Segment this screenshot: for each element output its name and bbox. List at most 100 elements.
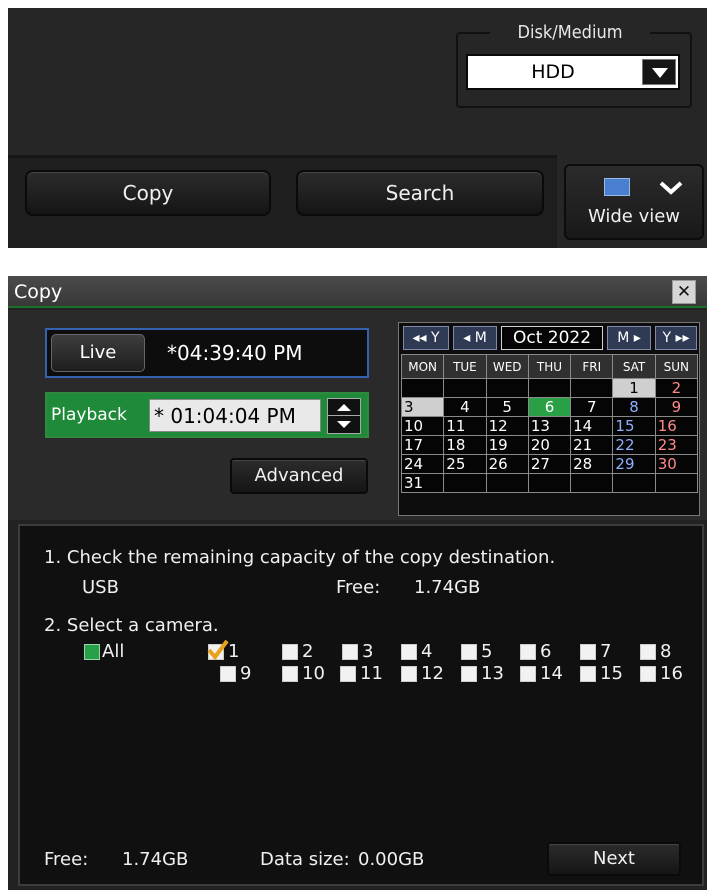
all-label: All bbox=[102, 641, 125, 662]
destination-free-value: 1.74GB bbox=[414, 577, 481, 598]
camera-label: 13 bbox=[481, 663, 504, 684]
weekday-label: MON bbox=[400, 354, 445, 379]
calendar-day[interactable]: 24 bbox=[400, 454, 445, 474]
calendar-day[interactable]: 26 bbox=[485, 454, 529, 474]
weekday-label: SUN bbox=[654, 354, 699, 379]
calendar-day[interactable]: 1 bbox=[612, 378, 656, 398]
next-button[interactable]: Next bbox=[547, 842, 681, 876]
close-icon: ✕ bbox=[676, 282, 692, 302]
calendar-day[interactable]: 23 bbox=[654, 435, 699, 455]
calendar-day[interactable]: 8 bbox=[612, 397, 656, 417]
calendar-day[interactable]: 11 bbox=[443, 416, 487, 436]
calendar-day[interactable]: 15 bbox=[612, 416, 656, 436]
footer-free-label: Free: bbox=[44, 849, 89, 870]
calendar-week-row: 24 25 26 27 28 29 30 bbox=[400, 454, 699, 474]
live-button[interactable]: Live bbox=[51, 334, 145, 372]
calendar-day[interactable]: 10 bbox=[400, 416, 445, 436]
weekday-header-row: MON TUE WED THU FRI SAT SUN bbox=[400, 354, 699, 379]
playback-time-spinner[interactable] bbox=[327, 398, 361, 434]
triangle-down-icon bbox=[652, 68, 668, 78]
calendar-week-row: 3 4 5 6 7 8 9 bbox=[400, 397, 699, 417]
checkbox-box bbox=[640, 666, 656, 682]
checkbox-box bbox=[520, 666, 536, 682]
prev-month-button[interactable]: ◂ M bbox=[453, 326, 497, 350]
checkbox-box bbox=[461, 644, 477, 660]
calendar: ◂◂ Y ◂ M Oct 2022 M ▸ Y ▸▸ MON TUE WED T… bbox=[398, 322, 700, 516]
calendar-day bbox=[612, 473, 656, 493]
calendar-day[interactable]: 31 bbox=[400, 473, 445, 493]
camera-label: 8 bbox=[660, 641, 672, 662]
calendar-day bbox=[400, 378, 445, 398]
calendar-day[interactable]: 21 bbox=[570, 435, 614, 455]
prev-year-button[interactable]: ◂◂ Y bbox=[403, 326, 449, 350]
next-year-button[interactable]: Y ▸▸ bbox=[655, 326, 697, 350]
calendar-day[interactable]: 5 bbox=[485, 397, 529, 417]
calendar-grid: MON TUE WED THU FRI SAT SUN 1 2 3 4 5 6 … bbox=[400, 354, 699, 493]
calendar-day[interactable]: 2 bbox=[654, 378, 699, 398]
checkbox-box bbox=[342, 644, 358, 660]
weekday-label: TUE bbox=[443, 354, 487, 379]
playback-time: * 01:04:04 PM bbox=[154, 404, 296, 428]
calendar-day-selected[interactable]: 3 bbox=[400, 397, 445, 417]
calendar-day[interactable]: 4 bbox=[443, 397, 487, 417]
calendar-day bbox=[527, 378, 572, 398]
calendar-day[interactable]: 18 bbox=[443, 435, 487, 455]
calendar-day[interactable]: 9 bbox=[654, 397, 699, 417]
copy-button[interactable]: Copy bbox=[25, 170, 271, 216]
calendar-day[interactable]: 30 bbox=[654, 454, 699, 474]
calendar-day[interactable]: 12 bbox=[485, 416, 529, 436]
calendar-day bbox=[485, 473, 529, 493]
calendar-day[interactable]: 7 bbox=[570, 397, 614, 417]
wide-view-button[interactable]: Wide view bbox=[564, 164, 704, 240]
calendar-day bbox=[570, 473, 614, 493]
calendar-day[interactable]: 28 bbox=[570, 454, 614, 474]
calendar-day[interactable]: 25 bbox=[443, 454, 487, 474]
checkbox-box bbox=[580, 666, 596, 682]
checkbox-box bbox=[340, 666, 356, 682]
destination-label: USB bbox=[82, 577, 119, 598]
calendar-day[interactable]: 13 bbox=[527, 416, 572, 436]
advanced-button[interactable]: Advanced bbox=[230, 458, 368, 494]
calendar-day bbox=[443, 473, 487, 493]
triangle-down-icon bbox=[337, 421, 351, 428]
calendar-day-today[interactable]: 6 bbox=[527, 397, 572, 417]
camera-label: 14 bbox=[540, 663, 563, 684]
checkbox-box bbox=[84, 644, 100, 660]
checkbox-box bbox=[461, 666, 477, 682]
playback-time-field[interactable]: * 01:04:04 PM bbox=[149, 399, 321, 432]
calendar-day[interactable]: 16 bbox=[654, 416, 699, 436]
checkbox-box bbox=[220, 666, 236, 682]
calendar-day bbox=[443, 378, 487, 398]
wide-view-label: Wide view bbox=[587, 206, 681, 227]
calendar-day[interactable]: 22 bbox=[612, 435, 656, 455]
spinner-up-button[interactable] bbox=[328, 399, 360, 416]
calendar-day[interactable]: 14 bbox=[570, 416, 614, 436]
destination-free-label: Free: bbox=[336, 577, 381, 598]
calendar-day[interactable]: 17 bbox=[400, 435, 445, 455]
next-month-button[interactable]: M ▸ bbox=[607, 326, 651, 350]
calendar-month-label: Oct 2022 bbox=[501, 326, 603, 350]
calendar-day[interactable]: 19 bbox=[485, 435, 529, 455]
checkbox-box bbox=[520, 644, 536, 660]
dropdown-arrow-button[interactable] bbox=[642, 59, 676, 85]
calendar-day[interactable]: 27 bbox=[527, 454, 572, 474]
calendar-day[interactable]: 29 bbox=[612, 454, 656, 474]
calendar-week-row: 17 18 19 20 21 22 23 bbox=[400, 435, 699, 455]
checkbox-box bbox=[282, 644, 298, 660]
live-time-box: Live *04:39:40 PM bbox=[45, 328, 369, 378]
search-button[interactable]: Search bbox=[296, 170, 544, 216]
disk-medium-select[interactable]: HDD bbox=[466, 54, 680, 90]
spinner-down-button[interactable] bbox=[328, 417, 360, 434]
disk-medium-label: Disk/Medium bbox=[490, 20, 650, 46]
camera-label: 11 bbox=[360, 663, 383, 684]
check-mark-icon bbox=[207, 639, 229, 661]
weekday-label: WED bbox=[485, 354, 529, 379]
camera-label: 6 bbox=[540, 641, 552, 662]
camera-label: 3 bbox=[362, 641, 374, 662]
close-button[interactable]: ✕ bbox=[672, 280, 696, 304]
camera-label: 5 bbox=[481, 641, 493, 662]
calendar-day bbox=[485, 378, 529, 398]
playback-time-box: Playback * 01:04:04 PM bbox=[45, 392, 369, 438]
calendar-week-row: 31 bbox=[400, 473, 699, 493]
calendar-day[interactable]: 20 bbox=[527, 435, 572, 455]
